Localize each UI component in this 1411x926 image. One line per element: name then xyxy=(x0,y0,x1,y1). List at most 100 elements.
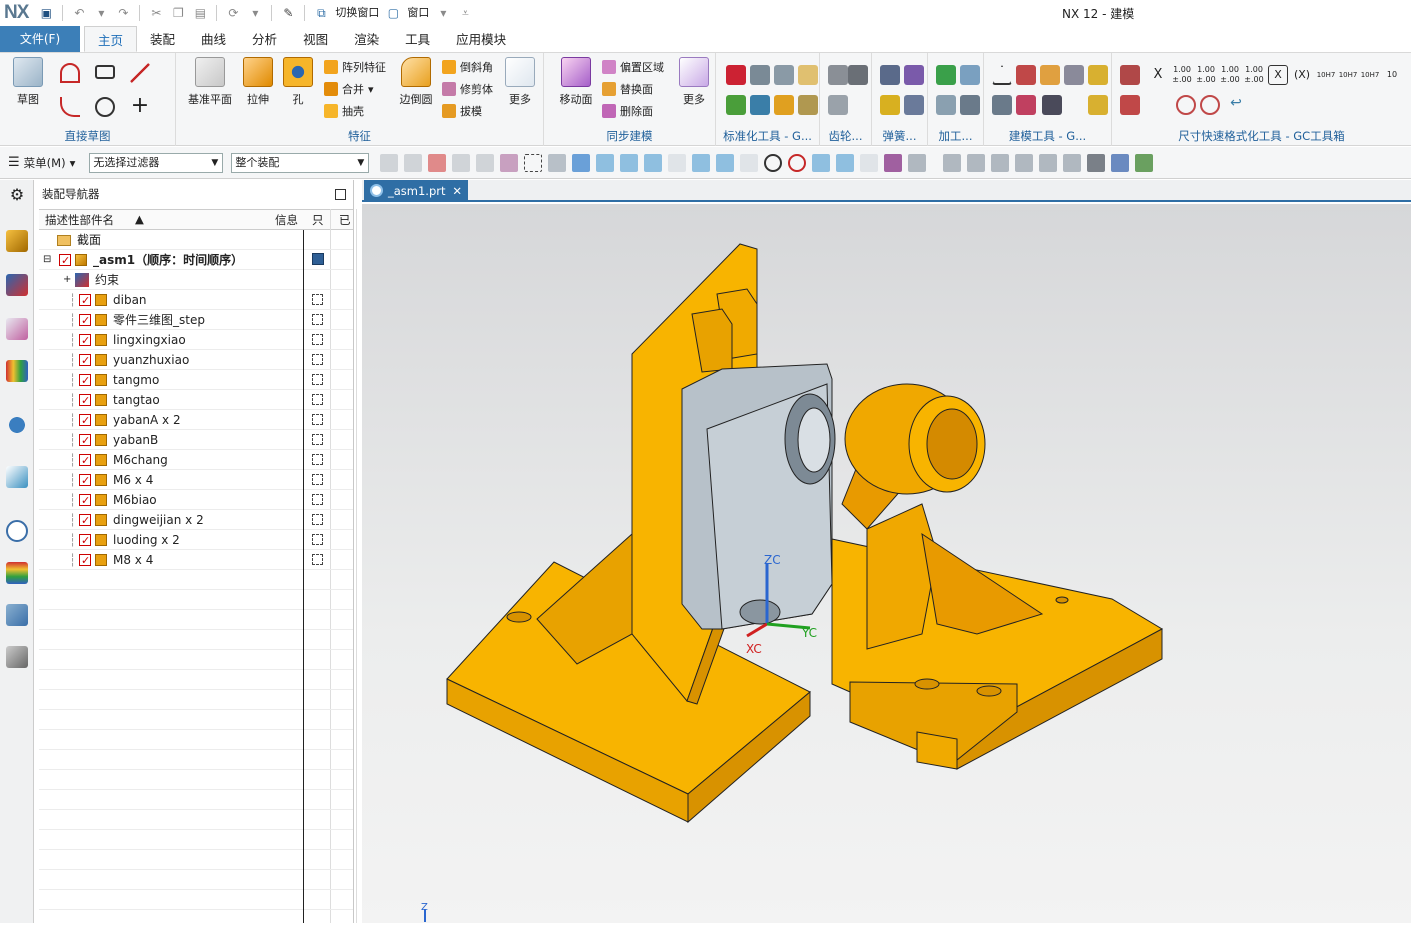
machining-icon[interactable] xyxy=(960,95,980,115)
rectangle-icon[interactable] xyxy=(95,65,115,79)
constraint-navigator-icon[interactable] xyxy=(6,274,28,296)
view-icon[interactable] xyxy=(943,153,962,172)
view-icon[interactable] xyxy=(1015,153,1034,172)
window-icon[interactable]: ▢ xyxy=(383,4,403,22)
intersection-snap-icon[interactable] xyxy=(812,153,831,172)
close-icon[interactable]: ✕ xyxy=(452,180,462,202)
rectangle-select-icon[interactable] xyxy=(524,153,543,172)
expand-icon[interactable]: + xyxy=(63,270,71,290)
delete-face-button[interactable]: 删除面 xyxy=(602,103,653,119)
build-tool-icon[interactable] xyxy=(1016,95,1036,115)
line-snap-icon[interactable] xyxy=(620,153,639,172)
read-only-checkbox[interactable] xyxy=(312,374,323,385)
visibility-checkbox[interactable] xyxy=(79,391,91,411)
build-tool-icon[interactable] xyxy=(1040,65,1060,85)
touch-mode-icon[interactable]: ✎ xyxy=(278,4,298,22)
replace-face-button[interactable]: 替换面 xyxy=(602,81,653,97)
switch-window-icon[interactable]: ⧉ xyxy=(311,4,331,22)
read-only-checkbox[interactable] xyxy=(312,514,323,525)
model-view[interactable]: ZC XC YC Z xyxy=(362,204,1411,923)
tree-row-part[interactable]: ┆ yabanB xyxy=(39,430,353,451)
circle-icon[interactable] xyxy=(95,97,115,117)
select-icon[interactable] xyxy=(404,153,423,172)
tree-row-part[interactable]: ┆ tangmo xyxy=(39,370,353,391)
dim-fit-button[interactable]: 10H7 xyxy=(1316,65,1336,85)
arc-icon[interactable] xyxy=(60,97,80,117)
visibility-checkbox[interactable] xyxy=(79,471,91,491)
tab-assembly[interactable]: 装配 xyxy=(137,26,188,52)
read-only-checkbox[interactable] xyxy=(312,314,323,325)
read-only-checkbox[interactable] xyxy=(312,454,323,465)
midpoint-icon[interactable] xyxy=(740,153,759,172)
line-icon[interactable] xyxy=(130,63,150,83)
visibility-checkbox[interactable] xyxy=(79,411,91,431)
visibility-checkbox[interactable] xyxy=(79,331,91,351)
chamfer-button[interactable]: 倒斜角 xyxy=(442,59,493,75)
read-only-checkbox[interactable] xyxy=(312,554,323,565)
visibility-checkbox[interactable] xyxy=(79,371,91,391)
read-only-checkbox[interactable] xyxy=(312,354,323,365)
body-select-icon[interactable] xyxy=(572,153,591,172)
shading-icon[interactable] xyxy=(1087,153,1106,172)
triangle-icon[interactable] xyxy=(992,65,1012,85)
point-on-curve-icon[interactable] xyxy=(860,153,879,172)
visibility-checkbox[interactable] xyxy=(79,551,91,571)
dim-fit-button[interactable]: 10H7 xyxy=(1338,65,1358,85)
window-menu-button[interactable]: 窗口 xyxy=(405,4,431,22)
tab-tools[interactable]: 工具 xyxy=(392,26,443,52)
build-tool-icon[interactable] xyxy=(1016,65,1036,85)
read-only-checkbox[interactable] xyxy=(312,474,323,485)
assembly-navigator-icon[interactable] xyxy=(6,230,28,252)
web-browser-icon[interactable] xyxy=(6,466,28,488)
system-materials-icon[interactable] xyxy=(6,562,28,584)
dim-tolerance-icon[interactable]: 1.00 ±.00 xyxy=(1220,65,1240,85)
hole-button[interactable]: 孔 xyxy=(276,57,320,107)
dim-fit-button[interactable]: 10 xyxy=(1382,65,1402,85)
tab-view[interactable]: 视图 xyxy=(290,26,341,52)
gear-icon[interactable] xyxy=(848,65,868,85)
gear-icon[interactable] xyxy=(828,95,848,115)
center-snap-icon[interactable] xyxy=(764,153,783,172)
switch-window-button[interactable]: 切换窗口 xyxy=(333,4,381,22)
build-tool-icon[interactable] xyxy=(1042,95,1062,115)
gear-icon[interactable]: ⚙ xyxy=(6,184,28,206)
std-tool-icon-8[interactable] xyxy=(798,95,818,115)
dim-tolerance-icon[interactable]: 1.00 ±.00 xyxy=(1196,65,1216,85)
read-only-checkbox[interactable] xyxy=(312,334,323,345)
std-tool-icon-7[interactable] xyxy=(774,95,794,115)
column-modified[interactable]: 已 xyxy=(339,212,351,228)
machining-icon[interactable] xyxy=(936,95,956,115)
machining-icon[interactable] xyxy=(936,65,956,85)
std-tool-icon-6[interactable] xyxy=(750,95,770,115)
trim-body-button[interactable]: 修剪体 xyxy=(442,81,493,97)
visibility-checkbox[interactable] xyxy=(79,491,91,511)
build-tool-icon[interactable] xyxy=(1088,65,1108,85)
dim-tolerance-icon[interactable]: 1.00 ±.00 xyxy=(1244,65,1264,85)
sketch-button[interactable]: 草图 xyxy=(6,57,50,107)
visibility-checkbox[interactable] xyxy=(79,431,91,451)
history-icon[interactable] xyxy=(6,520,28,542)
assembly-scope-dropdown[interactable]: 整个装配 ▼ xyxy=(231,152,370,173)
graphics-window[interactable]: ZC XC YC Z xyxy=(362,204,1411,923)
dim-fit-button[interactable]: 10H7 xyxy=(1360,65,1380,85)
visibility-checkbox[interactable] xyxy=(79,531,91,551)
copy-icon[interactable]: ❐ xyxy=(168,4,188,22)
pattern-feature-button[interactable]: 阵列特征 xyxy=(324,59,386,75)
tree-row-part[interactable]: ┆ M6chang xyxy=(39,450,353,471)
visibility-checkbox[interactable] xyxy=(79,351,91,371)
curve-icon[interactable] xyxy=(668,153,687,172)
snap-icon[interactable] xyxy=(428,153,447,172)
point-snap-icon[interactable] xyxy=(596,153,615,172)
part-navigator-icon[interactable] xyxy=(6,318,28,340)
draft-button[interactable]: 拔模 xyxy=(442,103,482,119)
roles-icon[interactable] xyxy=(6,646,28,668)
process-studio-icon[interactable] xyxy=(6,604,28,626)
line-snap-icon[interactable] xyxy=(836,153,855,172)
diameter-icon[interactable] xyxy=(1176,95,1196,115)
tree-row-part[interactable]: ┆ diban xyxy=(39,290,353,311)
repeat-command-icon[interactable]: ⟳ xyxy=(223,4,243,22)
std-tool-icon-4[interactable] xyxy=(798,65,818,85)
visibility-checkbox[interactable] xyxy=(79,311,91,331)
paste-icon[interactable]: ▤ xyxy=(190,4,210,22)
file-menu-tab[interactable]: 文件(F) xyxy=(0,26,80,52)
